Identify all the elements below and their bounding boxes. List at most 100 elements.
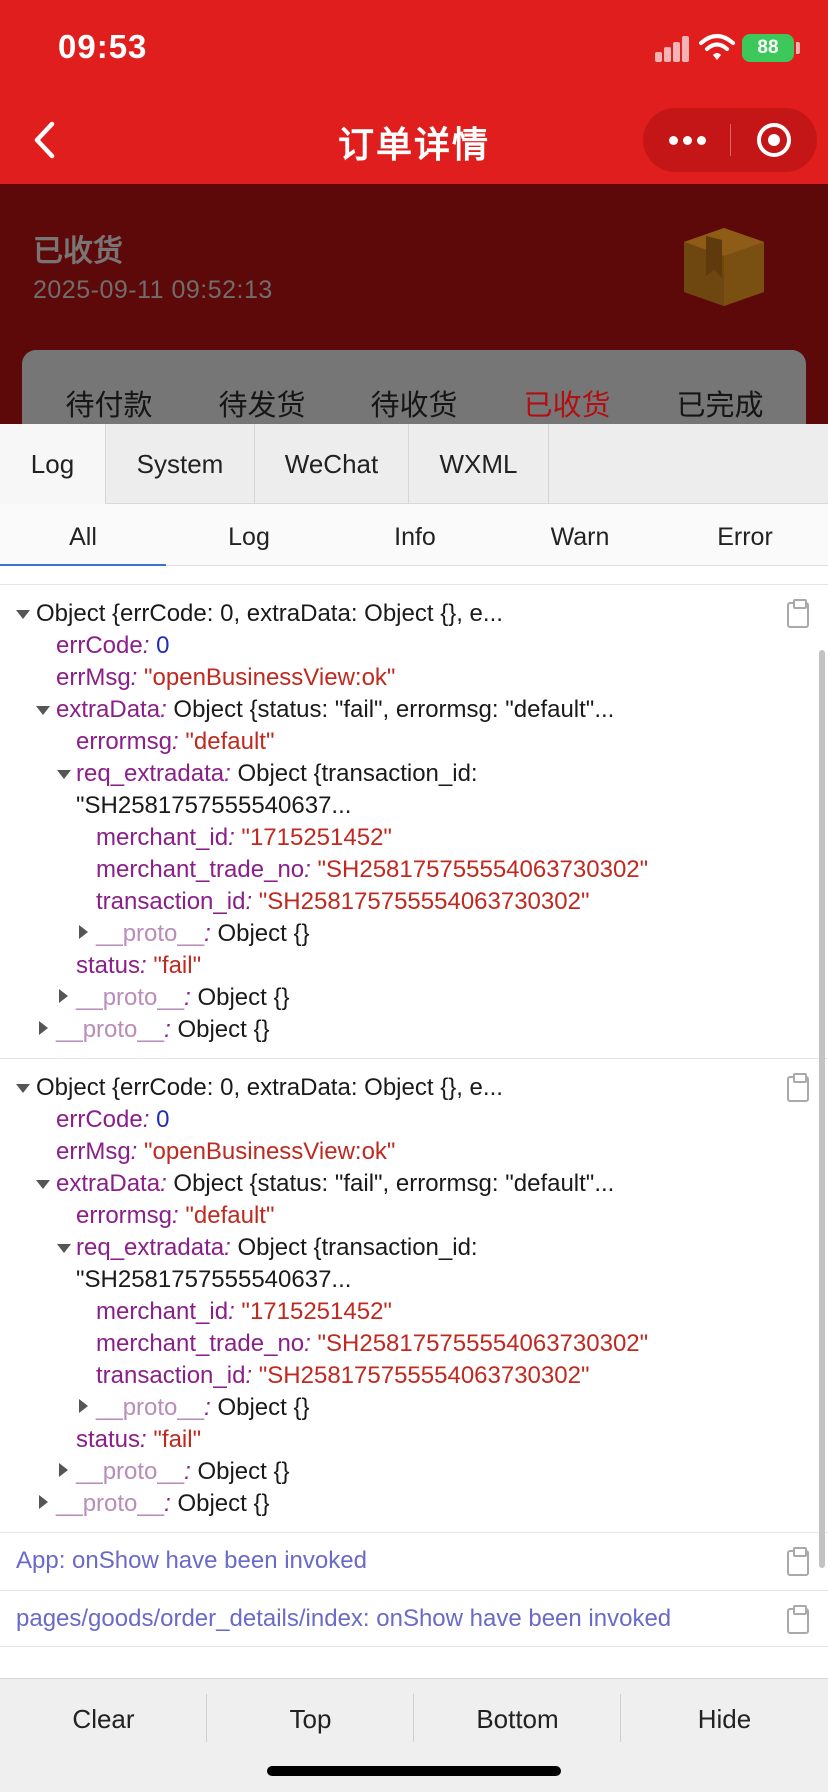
prop-row: status: "fail" xyxy=(76,1426,202,1453)
signal-icon xyxy=(655,36,691,62)
expand-arrow-icon[interactable] xyxy=(59,989,68,1003)
prop-row: errMsg: "openBusinessView:ok" xyxy=(56,664,396,691)
prop-key: __proto__ xyxy=(56,1016,165,1043)
order-status: 已收货 xyxy=(33,235,123,268)
prop-value: "SH258175755554063730302" xyxy=(258,888,590,915)
subtab-warn[interactable]: Warn xyxy=(497,504,663,566)
collapse-arrow-icon[interactable] xyxy=(16,610,30,619)
step-completed: 已完成 xyxy=(676,390,764,422)
prop-row: errormsg: "default" xyxy=(76,1202,275,1229)
prop-row[interactable]: __proto__: Object {} xyxy=(76,1456,290,1488)
prop-row: status: "fail" xyxy=(76,952,202,979)
prop-value: "fail" xyxy=(153,1426,202,1453)
prop-key: extraData xyxy=(56,696,161,723)
clear-button[interactable]: Clear xyxy=(0,1678,207,1758)
expand-arrow-icon[interactable] xyxy=(79,1399,88,1413)
step-received: 已收货 xyxy=(523,390,611,422)
copy-icon[interactable] xyxy=(787,1547,809,1576)
prop-row[interactable]: req_extradata: Object {transaction_id: xyxy=(76,758,478,790)
prop-row[interactable]: extraData: Object {status: "fail", error… xyxy=(56,694,614,726)
prop-key: extraData xyxy=(56,1170,161,1197)
step-pending-receipt: 待收货 xyxy=(370,390,458,422)
prop-key: errCode xyxy=(56,632,143,659)
prop-key: merchant_id xyxy=(96,824,229,851)
copy-icon[interactable] xyxy=(787,599,809,628)
info-log-line[interactable]: pages/goods/order_details/index: onShow … xyxy=(16,1602,671,1636)
subtab-all[interactable]: All xyxy=(0,504,166,567)
prop-key: __proto__ xyxy=(56,1490,165,1517)
log-scrollbar[interactable] xyxy=(819,650,825,1568)
prop-value: Object {} xyxy=(217,1394,310,1421)
subtab-info[interactable]: Info xyxy=(332,504,498,566)
prop-value: Object {} xyxy=(177,1490,270,1517)
prop-row[interactable]: extraData: Object {status: "fail", error… xyxy=(56,1168,614,1200)
expand-arrow-icon[interactable] xyxy=(59,1463,68,1477)
tab-wxml[interactable]: WXML xyxy=(409,424,549,504)
prop-row: transaction_id: "SH258175755554063730302… xyxy=(96,1362,590,1389)
prop-row[interactable]: __proto__: Object {} xyxy=(96,1392,310,1424)
step-pending-shipment: 待发货 xyxy=(218,390,306,422)
copy-icon[interactable] xyxy=(787,1605,809,1634)
prop-row[interactable]: req_extradata: Object {transaction_id: xyxy=(76,1232,478,1264)
prop-row: merchant_id: "1715251452" xyxy=(96,1298,392,1325)
prop-key: errormsg xyxy=(76,1202,173,1229)
home-indicator[interactable] xyxy=(267,1766,561,1776)
log-separator xyxy=(0,1058,828,1059)
prop-value: "openBusinessView:ok" xyxy=(144,1138,396,1165)
prop-value: "1715251452" xyxy=(241,1298,392,1325)
subtab-error[interactable]: Error xyxy=(662,504,828,566)
copy-icon[interactable] xyxy=(787,1073,809,1102)
prop-key: transaction_id xyxy=(96,1362,246,1389)
expand-arrow-icon[interactable] xyxy=(79,925,88,939)
wifi-icon xyxy=(699,34,735,60)
object-summary[interactable]: Object {errCode: 0, extraData: Object {}… xyxy=(36,1072,503,1104)
order-time: 2025-09-11 09:52:13 xyxy=(33,276,273,304)
tab-log[interactable]: Log xyxy=(0,424,106,504)
collapse-arrow-icon[interactable] xyxy=(16,1084,30,1093)
collapse-arrow-icon[interactable] xyxy=(36,1180,50,1189)
bottom-button[interactable]: Bottom xyxy=(414,1678,621,1758)
prop-row: errormsg: "default" xyxy=(76,728,275,755)
prop-row[interactable]: __proto__: Object {} xyxy=(56,1488,270,1520)
prop-value: Object {} xyxy=(197,1458,290,1485)
collapse-arrow-icon[interactable] xyxy=(57,1244,71,1253)
prop-key: __proto__ xyxy=(76,984,185,1011)
prop-row: transaction_id: "SH258175755554063730302… xyxy=(96,888,590,915)
log-list[interactable]: Object {errCode: 0, extraData: Object {}… xyxy=(0,566,828,1648)
prop-value-cont: "SH2581757555540637... xyxy=(76,1266,352,1293)
prop-row: errCode: 0 xyxy=(56,1106,170,1133)
subtab-log[interactable]: Log xyxy=(166,504,332,566)
prop-row[interactable]: __proto__: Object {} xyxy=(96,918,310,950)
battery-level: 88 xyxy=(757,37,779,58)
expand-arrow-icon[interactable] xyxy=(39,1495,48,1509)
object-summary[interactable]: Object {errCode: 0, extraData: Object {}… xyxy=(36,598,503,630)
prop-row: errCode: 0 xyxy=(56,632,170,659)
prop-value: "SH258175755554063730302" xyxy=(317,1330,649,1357)
more-dots-icon[interactable] xyxy=(643,108,730,172)
prop-value: Object {} xyxy=(197,984,290,1011)
hide-button[interactable]: Hide xyxy=(621,1678,828,1758)
prop-value: Object {status: "fail", errormsg: "defau… xyxy=(173,696,615,723)
prop-value: "openBusinessView:ok" xyxy=(144,664,396,691)
prop-row: merchant_trade_no: "SH258175755554063730… xyxy=(96,1330,649,1357)
prop-row[interactable]: __proto__: Object {} xyxy=(76,982,290,1014)
prop-key: req_extradata xyxy=(76,1234,225,1261)
prop-key: status xyxy=(76,1426,141,1453)
collapse-arrow-icon[interactable] xyxy=(36,706,50,715)
prop-key: merchant_trade_no xyxy=(96,1330,305,1357)
top-button[interactable]: Top xyxy=(207,1678,414,1758)
prop-row[interactable]: __proto__: Object {} xyxy=(56,1014,270,1046)
tab-wechat[interactable]: WeChat xyxy=(255,424,409,504)
log-separator xyxy=(0,1532,828,1533)
prop-key: errMsg xyxy=(56,664,131,691)
info-log-line[interactable]: App: onShow have been invoked xyxy=(16,1544,367,1578)
log-separator xyxy=(0,1590,828,1591)
collapse-arrow-icon[interactable] xyxy=(57,770,71,779)
prop-key: errormsg xyxy=(76,728,173,755)
prop-value: Object {} xyxy=(217,920,310,947)
battery-icon: 88 xyxy=(742,34,794,62)
tab-system[interactable]: System xyxy=(106,424,255,504)
target-circle-icon[interactable] xyxy=(731,108,817,172)
prop-key: __proto__ xyxy=(96,1394,205,1421)
expand-arrow-icon[interactable] xyxy=(39,1021,48,1035)
